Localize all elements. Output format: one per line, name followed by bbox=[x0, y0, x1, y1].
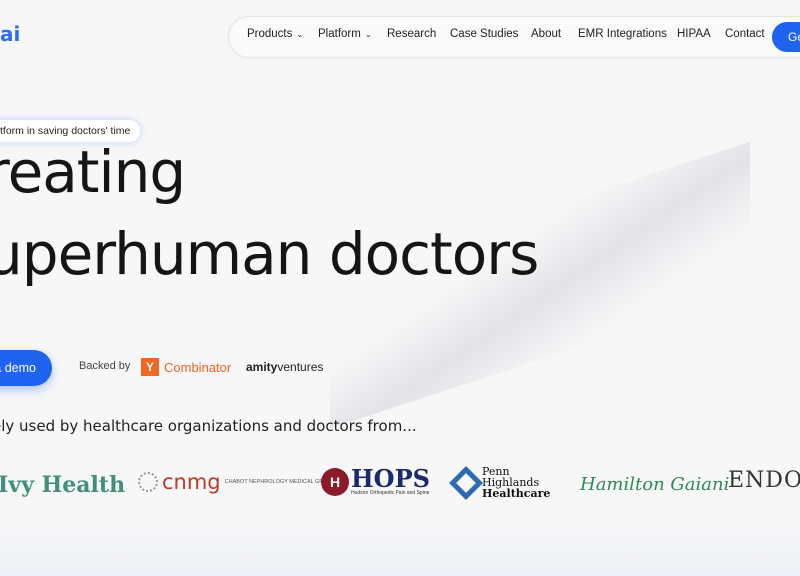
nav-item-case-studies[interactable]: Case Studies bbox=[450, 28, 518, 40]
backed-by-label: Backed by bbox=[79, 360, 131, 372]
hops-emblem-icon: H bbox=[321, 468, 349, 496]
chevron-down-icon: ⌄ bbox=[296, 29, 304, 39]
nav-item-contact[interactable]: Contact bbox=[725, 28, 765, 40]
nav-item-hipaa[interactable]: HIPAA bbox=[677, 28, 711, 40]
nav-item-emr-integrations[interactable]: EMR Integrations bbox=[578, 28, 667, 40]
chevron-down-icon: ⌄ bbox=[364, 29, 372, 39]
fingerprint-icon bbox=[138, 472, 158, 492]
nav-item-platform[interactable]: Platform ⌄ bbox=[318, 28, 372, 40]
nav-item-about[interactable]: About bbox=[531, 28, 561, 40]
y-combinator-mark: Y bbox=[141, 358, 159, 376]
diamond-icon bbox=[449, 465, 483, 500]
nav-item-products[interactable]: Products ⌄ bbox=[247, 28, 303, 40]
penn-highlands-logo: Penn Highlands Healthcare bbox=[449, 465, 550, 500]
customer-logos: Ivy Health cnmg CHABOT NEPHROLOGY MEDICA… bbox=[0, 462, 800, 512]
section-fade bbox=[0, 520, 800, 576]
cnmg-logo: cnmg CHABOT NEPHROLOGY MEDICAL GROUP bbox=[138, 470, 335, 494]
nav-item-research[interactable]: Research bbox=[387, 28, 436, 40]
brand-logo[interactable]: ai bbox=[0, 22, 20, 46]
get-started-button[interactable]: Ge bbox=[772, 22, 800, 52]
hamilton-gaiani-logo: Hamilton Gaiani bbox=[580, 474, 730, 495]
endo-logo: ENDO bbox=[728, 468, 800, 493]
hops-logo: H HOPS Hudson Orthopedic Pain and Spine bbox=[321, 467, 430, 496]
top-navigation: Products ⌄ Platform ⌄ Research Case Studie… bbox=[228, 16, 800, 58]
hero-title-line-1: reating bbox=[0, 138, 186, 206]
y-combinator-logo: Y Combinator bbox=[141, 358, 231, 376]
book-demo-button[interactable]: a demo bbox=[0, 350, 52, 386]
ivy-health-logo: Ivy Health bbox=[0, 472, 126, 498]
amity-ventures-logo: amityventures bbox=[246, 360, 324, 374]
hero-title-line-2: uperhuman doctors bbox=[0, 220, 539, 288]
trusted-by-heading: ely used by healthcare organizations and… bbox=[0, 417, 417, 435]
